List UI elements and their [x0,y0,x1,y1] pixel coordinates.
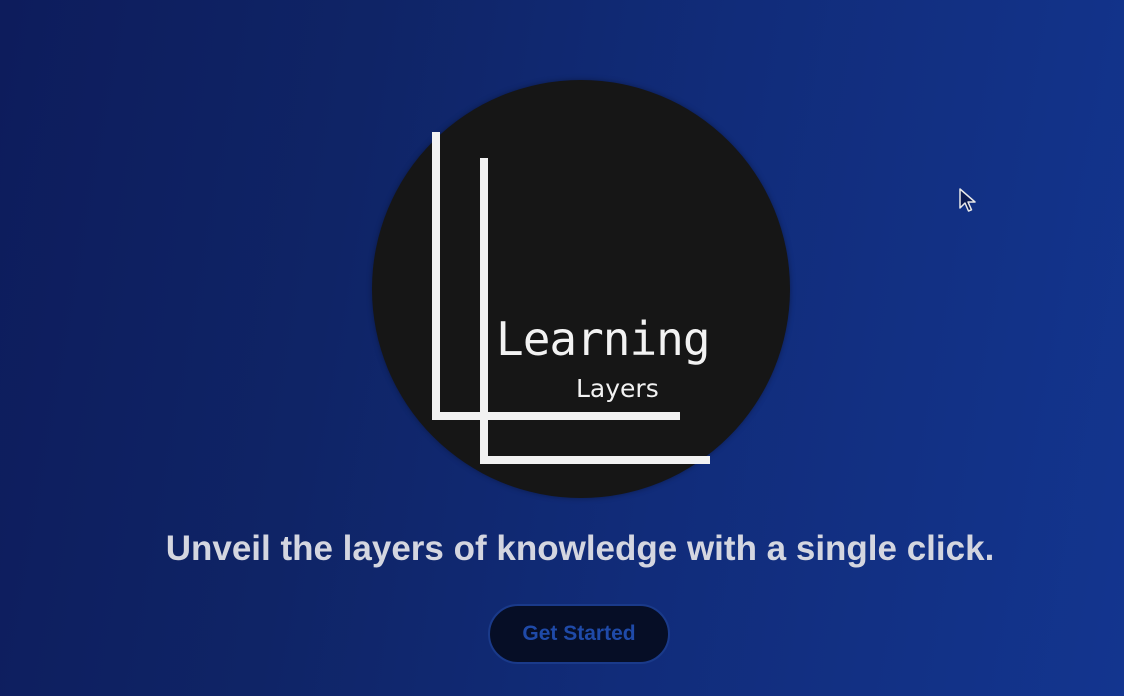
mouse-pointer-icon [959,188,976,212]
logo-lines [432,132,710,464]
get-started-button[interactable]: Get Started [488,604,670,664]
logo-title: Learning [496,312,711,366]
logo: Learning Layers [372,80,790,498]
landing-page: Learning Layers Unveil the layers of kno… [0,0,1124,696]
hero-tagline: Unveil the layers of knowledge with a si… [165,529,995,568]
logo-subtitle: Layers [576,374,659,403]
